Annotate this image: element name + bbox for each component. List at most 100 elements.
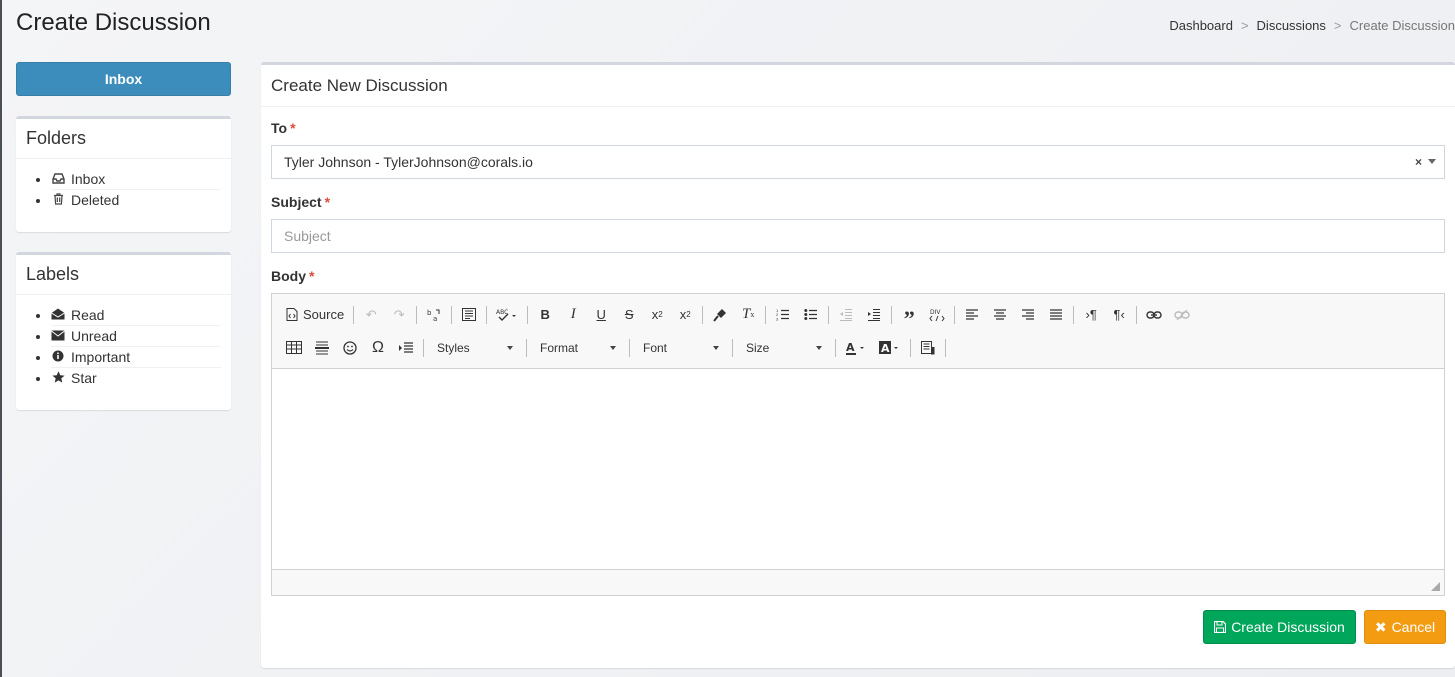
svg-text:A: A — [881, 342, 890, 355]
folders-list: Inbox Deleted — [16, 159, 231, 211]
folder-label: Inbox — [71, 171, 106, 187]
align-center-icon[interactable] — [986, 303, 1014, 327]
to-select[interactable]: Tyler Johnson - TylerJohnson@corals.io × — [271, 145, 1445, 179]
blockquote-icon[interactable]: ” — [895, 303, 923, 329]
size-dropdown[interactable]: Size — [736, 336, 828, 360]
styles-label: Styles — [437, 340, 470, 355]
toolbar-separator — [765, 305, 767, 324]
toolbar-separator — [828, 305, 830, 324]
strikethrough-icon[interactable]: S — [615, 303, 643, 327]
text-direction-ltr-icon[interactable]: ›¶ — [1077, 303, 1105, 327]
envelope-open-icon — [51, 306, 65, 326]
underline-icon[interactable]: U — [587, 303, 615, 327]
create-discussion-button[interactable]: Create Discussion — [1203, 610, 1356, 644]
resize-handle-icon[interactable] — [1431, 582, 1440, 591]
undo-icon[interactable]: ↶ — [357, 303, 385, 327]
body-editor-content[interactable] — [272, 369, 1444, 569]
toolbar-separator — [702, 305, 704, 324]
text-direction-rtl-icon[interactable]: ¶‹ — [1105, 303, 1133, 327]
toolbar-separator — [353, 305, 355, 324]
page-title: Create Discussion — [16, 9, 211, 36]
create-discussion-form: Create New Discussion To * Tyler Johnson … — [261, 62, 1455, 668]
toolbar-separator — [835, 338, 836, 357]
source-button[interactable]: Source — [280, 303, 350, 327]
subject-input[interactable] — [271, 219, 1445, 253]
justify-icon[interactable] — [1042, 303, 1070, 327]
envelope-icon — [51, 327, 65, 347]
numbered-list-icon[interactable]: 123 — [769, 303, 797, 327]
toolbar-separator — [423, 338, 424, 357]
font-dropdown[interactable]: Font — [633, 336, 725, 360]
editor-status-bar — [272, 569, 1444, 595]
spellcheck-icon[interactable]: ABC — [490, 303, 524, 327]
breadcrumb-dashboard[interactable]: Dashboard — [1169, 18, 1233, 33]
bold-icon[interactable]: B — [531, 303, 559, 327]
indent-icon[interactable] — [860, 303, 888, 327]
format-dropdown[interactable]: Format — [530, 336, 622, 360]
label-item-star[interactable]: Star — [51, 368, 221, 389]
label-item-important[interactable]: Important — [51, 347, 221, 368]
folders-title: Folders — [16, 119, 231, 159]
source-label: Source — [303, 307, 345, 322]
special-character-icon[interactable]: Ω — [364, 336, 392, 360]
maximize-icon[interactable] — [914, 336, 942, 360]
remove-format-icon[interactable]: Tx — [734, 303, 762, 327]
chevron-down-icon[interactable] — [1428, 159, 1436, 164]
text-color-icon[interactable]: A — [839, 336, 873, 360]
find-replace-icon[interactable]: ba — [420, 303, 448, 327]
clear-icon[interactable]: × — [1415, 155, 1422, 169]
cancel-label: Cancel — [1391, 619, 1436, 635]
svg-text:A: A — [846, 341, 855, 354]
body-label: Body * — [271, 268, 314, 284]
div-container-icon[interactable]: DIV — [923, 303, 951, 327]
toolbar-row-1: Source ↶ ↷ ba ABC B I U S x 2 x 2 T x 1 … — [280, 298, 1436, 331]
toolbar-separator — [891, 305, 893, 324]
breadcrumb-separator: > — [1333, 18, 1342, 33]
outdent-icon[interactable] — [832, 303, 860, 327]
superscript-icon[interactable]: x2 — [671, 303, 699, 327]
svg-text:DIV: DIV — [930, 309, 941, 316]
label-text: Read — [71, 307, 105, 323]
copy-format-icon[interactable] — [706, 303, 734, 327]
bulleted-list-icon[interactable] — [797, 303, 825, 327]
required-mark: * — [324, 194, 331, 210]
redo-icon[interactable]: ↷ — [385, 303, 413, 327]
smiley-icon[interactable] — [336, 336, 364, 360]
horizontal-line-icon[interactable] — [308, 336, 336, 360]
breadcrumb: Dashboard > Discussions > Create Discussion — [1169, 18, 1455, 33]
cancel-button[interactable]: ✖ Cancel — [1364, 610, 1446, 644]
breadcrumb-separator: > — [1240, 18, 1249, 33]
subject-label: Subject * — [271, 194, 330, 210]
styles-dropdown[interactable]: Styles — [427, 336, 519, 360]
select-all-icon[interactable] — [455, 303, 483, 327]
to-selected-value: Tyler Johnson - TylerJohnson@corals.io — [284, 154, 533, 170]
required-mark: * — [290, 120, 296, 136]
toolbar-separator — [945, 338, 946, 357]
caret-down-icon — [507, 345, 513, 350]
editor-toolbar: Source ↶ ↷ ba ABC B I U S x 2 x 2 T x 1 … — [272, 294, 1444, 369]
background-color-icon[interactable]: A — [873, 336, 907, 360]
folder-item-inbox[interactable]: Inbox — [51, 169, 221, 190]
toolbar-separator — [1136, 305, 1138, 324]
italic-icon[interactable]: I — [559, 303, 587, 327]
subscript-icon[interactable]: x2 — [643, 303, 671, 327]
label-item-unread[interactable]: Unread — [51, 326, 221, 347]
link-icon[interactable] — [1140, 303, 1168, 327]
size-label: Size — [746, 340, 770, 355]
trash-icon — [51, 191, 65, 211]
labels-title: Labels — [16, 255, 231, 295]
toolbar-separator — [732, 338, 733, 357]
inbox-button[interactable]: Inbox — [16, 62, 231, 96]
align-right-icon[interactable] — [1014, 303, 1042, 327]
unlink-icon[interactable] — [1168, 303, 1196, 327]
align-left-icon[interactable] — [958, 303, 986, 327]
toolbar-separator — [1073, 305, 1075, 324]
font-label: Font — [643, 340, 668, 355]
source-icon — [286, 308, 298, 321]
label-item-read[interactable]: Read — [51, 305, 221, 326]
folder-item-deleted[interactable]: Deleted — [51, 190, 221, 211]
close-icon: ✖ — [1374, 618, 1387, 635]
page-break-icon[interactable] — [392, 336, 420, 360]
table-icon[interactable] — [280, 336, 308, 360]
breadcrumb-discussions[interactable]: Discussions — [1257, 18, 1326, 33]
